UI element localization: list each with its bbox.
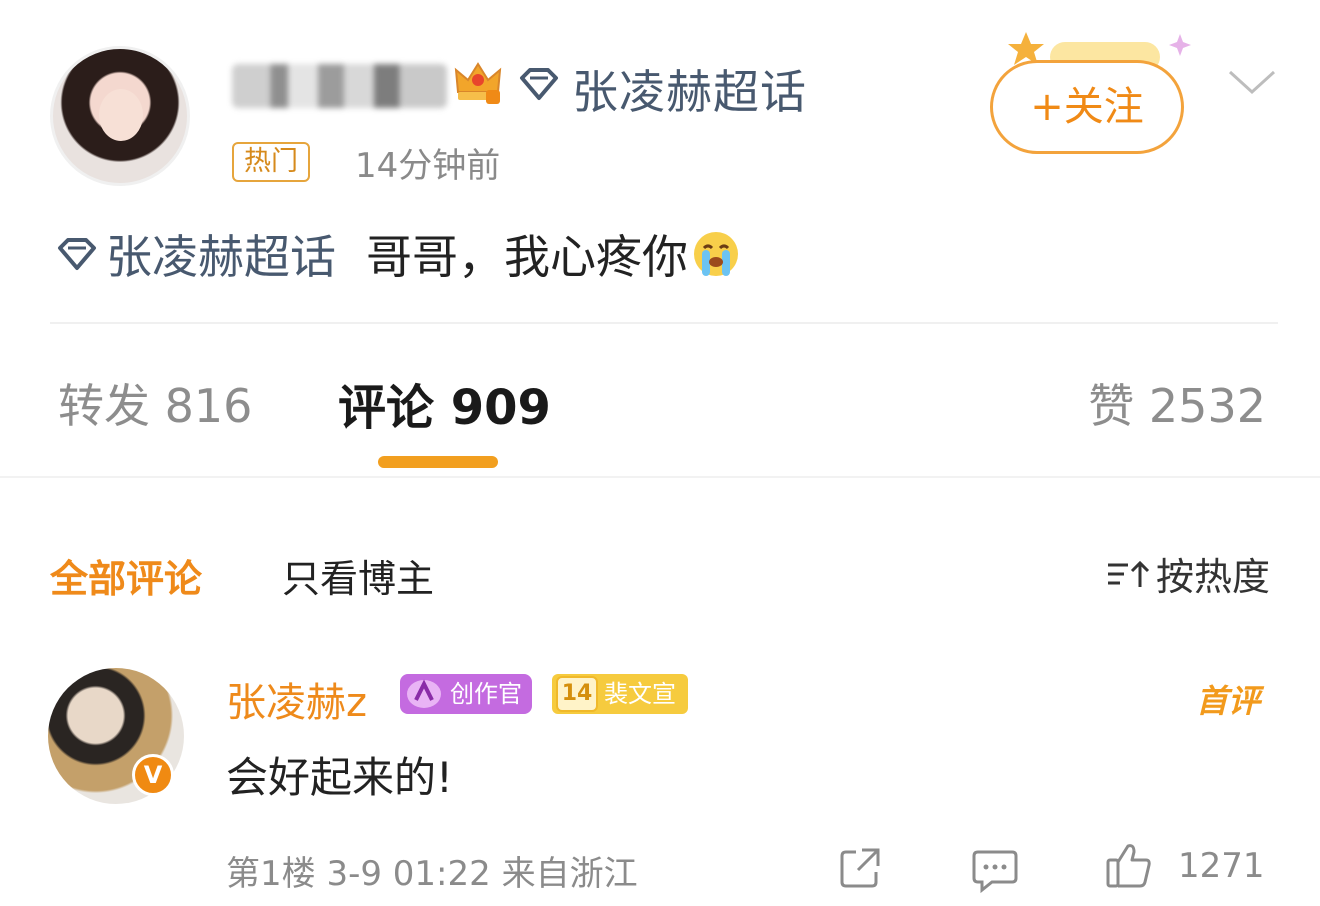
divider xyxy=(0,476,1320,478)
thumbs-up-icon[interactable] xyxy=(1104,840,1154,890)
share-icon[interactable] xyxy=(836,844,884,892)
stats-tabs: 转发 816 评论 909 赞 2532 xyxy=(0,360,1320,470)
comment-text: 会好起来的! xyxy=(226,753,453,802)
comment-reply-icon[interactable] xyxy=(970,846,1020,894)
supertopic-name[interactable]: 张凌赫超话 xyxy=(572,56,807,122)
hot-badge: 热门 xyxy=(232,142,310,182)
commenter-name[interactable]: 张凌赫z xyxy=(226,670,367,728)
chevron-down-icon[interactable] xyxy=(1226,66,1278,98)
poster-username-blurred[interactable] xyxy=(232,64,447,108)
creator-badge-label: 创作官 xyxy=(450,680,522,708)
filter-all-comments[interactable]: 全部评论 xyxy=(50,548,202,603)
sort-icon xyxy=(1107,560,1150,587)
active-tab-indicator xyxy=(378,456,498,468)
poster-avatar[interactable] xyxy=(50,46,190,186)
post-text: 哥哥，我心疼你 xyxy=(366,230,688,284)
supertopic-gem-icon xyxy=(58,238,96,270)
comment-item: V 张凌赫z 创作官 14 裴文宣 首评 会好起来的! 第1楼 3-9 01:2… xyxy=(0,664,1320,906)
post-time: 14分钟前 xyxy=(355,146,501,186)
sort-by-hot-button[interactable]: 按热度 xyxy=(1106,546,1270,601)
follow-button[interactable]: +关注 xyxy=(990,60,1184,154)
crown-icon xyxy=(454,62,502,104)
sort-label: 按热度 xyxy=(1155,555,1270,599)
verified-badge-icon: V xyxy=(132,754,174,796)
fan-badge[interactable]: 14 裴文宣 xyxy=(552,674,688,714)
tab-comments[interactable]: 评论 909 xyxy=(338,368,551,438)
fan-level: 14 xyxy=(556,676,598,712)
post-header: 张凌赫超话 热门 14分钟前 +关注 xyxy=(0,0,1320,200)
creator-badge[interactable]: 创作官 xyxy=(400,674,532,714)
tab-likes[interactable]: 赞 2532 xyxy=(1088,370,1266,436)
tab-reposts[interactable]: 转发 816 xyxy=(58,370,252,436)
body-topic-link[interactable]: 张凌赫超话 xyxy=(106,221,336,287)
like-count: 1271 xyxy=(1178,846,1265,886)
creator-badge-icon xyxy=(407,679,441,708)
supertopic-gem-icon xyxy=(520,68,558,100)
fan-badge-label: 裴文宣 xyxy=(604,680,676,708)
first-comment-badge: 首评 xyxy=(1195,682,1260,720)
crying-emoji-icon xyxy=(694,232,738,276)
comment-meta: 第1楼 3-9 01:22 来自浙江 xyxy=(226,854,638,894)
filter-author-only[interactable]: 只看博主 xyxy=(282,548,434,603)
post-body: 张凌赫超话 哥哥，我心疼你 xyxy=(54,222,742,286)
divider xyxy=(50,322,1278,324)
